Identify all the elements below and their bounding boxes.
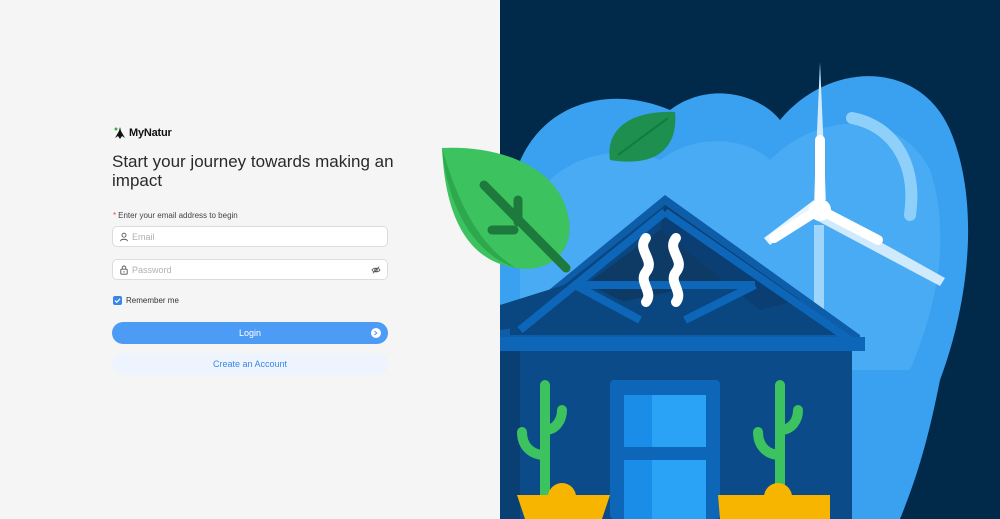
brand-name: MyNatur: [129, 127, 172, 139]
login-panel: MyNatur Start your journey towards makin…: [0, 0, 500, 519]
remember-me[interactable]: Remember me: [113, 296, 179, 305]
email-prompt: * Enter your email address to begin: [113, 211, 238, 220]
check-icon: [114, 298, 121, 304]
login-label: Login: [238, 328, 262, 338]
required-marker: *: [113, 211, 117, 220]
email-input[interactable]: [132, 231, 381, 242]
login-button[interactable]: Login: [112, 322, 388, 344]
remember-label: Remember me: [126, 296, 179, 305]
page-title: Start your journey towards making an imp…: [112, 152, 394, 190]
user-icon: [119, 232, 129, 242]
big-leaf-icon: [442, 147, 571, 273]
lock-icon: [119, 265, 129, 275]
password-input[interactable]: [132, 264, 371, 275]
arrow-right-icon: [371, 328, 381, 338]
email-field[interactable]: [112, 226, 388, 247]
eye-off-icon[interactable]: [371, 265, 381, 275]
password-field[interactable]: [112, 259, 388, 280]
email-prompt-text: Enter your email address to begin: [118, 211, 238, 220]
logo-icon: [114, 127, 125, 139]
create-account-label: Create an Account: [212, 359, 288, 369]
brand-logo: MyNatur: [113, 126, 172, 140]
create-account-button[interactable]: Create an Account: [112, 353, 388, 375]
remember-checkbox[interactable]: [113, 296, 122, 305]
